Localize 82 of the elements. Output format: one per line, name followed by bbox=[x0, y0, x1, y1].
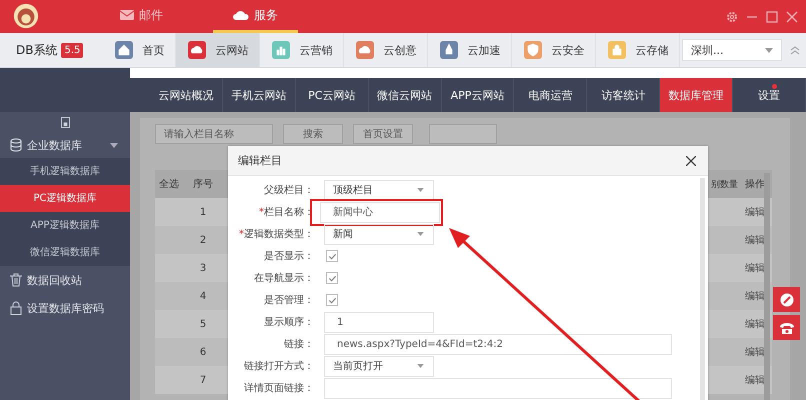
checkbox[interactable] bbox=[326, 294, 338, 306]
edit-link[interactable]: 编辑 bbox=[738, 345, 772, 359]
checkbox[interactable] bbox=[326, 272, 338, 284]
caret-icon bbox=[110, 142, 118, 148]
column-header[interactable]: 全选 bbox=[155, 177, 183, 191]
toolbar-tab[interactable]: 云网站 bbox=[176, 33, 260, 67]
table-cell-text: 2 bbox=[198, 234, 208, 246]
column-header: 操作 bbox=[744, 178, 766, 191]
field-label: 是否管理： bbox=[263, 294, 314, 307]
table-cell-text: 5 bbox=[198, 318, 208, 330]
toolbar-button[interactable]: 首页设置 bbox=[353, 124, 413, 144]
search-field[interactable]: 请输入栏目名称 bbox=[155, 124, 273, 144]
field-label: 显示顺序： bbox=[263, 316, 314, 329]
edit-link[interactable]: 编辑 bbox=[738, 289, 772, 303]
edit-link[interactable]: 编辑 bbox=[738, 317, 772, 331]
toolbar-tab[interactable]: 云营销 bbox=[260, 33, 344, 67]
field-label: 链接打开方式： bbox=[243, 360, 314, 373]
brand-name: DB系统 bbox=[16, 42, 58, 58]
table-cell-text: 3 bbox=[198, 262, 208, 274]
edit-link[interactable]: 编辑 bbox=[738, 233, 772, 247]
toolbar-tab[interactable]: 首页 bbox=[103, 33, 176, 67]
sidebar-item[interactable]: PC逻辑数据库 bbox=[0, 185, 130, 212]
column-header: 别数量 bbox=[710, 178, 738, 190]
city-select[interactable]: 深圳... bbox=[682, 39, 782, 61]
field-label: 链接： bbox=[283, 338, 314, 351]
select-field[interactable]: 顶级栏目 bbox=[324, 180, 434, 200]
sidebar-item[interactable]: 手机逻辑数据库 bbox=[0, 158, 130, 185]
input-field[interactable] bbox=[324, 378, 672, 398]
sidebar-item[interactable]: 数据回收站 bbox=[0, 266, 130, 294]
table-cell-text: 7 bbox=[198, 374, 208, 386]
sidebar-group[interactable]: 企业数据库 bbox=[0, 132, 130, 158]
maximize-icon[interactable] bbox=[766, 10, 778, 22]
close-icon[interactable] bbox=[686, 156, 696, 166]
field-label: 是否显示： bbox=[263, 250, 314, 263]
edit-link[interactable]: 编辑 bbox=[738, 261, 772, 275]
field-label: 在导航显示： bbox=[253, 272, 314, 285]
input-field[interactable]: news.aspx?TypeId=4&FId=t2:4:2 bbox=[324, 334, 672, 354]
dialog-title: 编辑栏目 bbox=[238, 153, 282, 168]
table-cell-text: 6 bbox=[198, 346, 208, 358]
input-field[interactable]: 新闻中心 bbox=[320, 202, 440, 222]
save-icon[interactable] bbox=[60, 116, 70, 128]
field-label: *逻辑数据类型： bbox=[238, 228, 314, 241]
cloud-icon bbox=[233, 10, 249, 20]
dropdown-caret-icon bbox=[417, 364, 424, 368]
checkbox[interactable] bbox=[326, 250, 338, 262]
toolbar-button[interactable]: 搜索 bbox=[283, 124, 343, 144]
select-field[interactable]: 当前页打开 bbox=[324, 356, 434, 376]
dropdown-caret-icon bbox=[417, 232, 424, 236]
input-field[interactable]: 1 bbox=[324, 312, 434, 332]
scrollbar[interactable] bbox=[700, 178, 705, 400]
nav-tab[interactable]: 数据库管理 bbox=[660, 78, 734, 112]
trash-icon bbox=[10, 273, 22, 287]
dropdown-caret-icon bbox=[765, 48, 773, 52]
sidebar-item[interactable]: 微信逻辑数据库 bbox=[0, 239, 130, 266]
phone-icon bbox=[778, 320, 794, 334]
toolbar-button[interactable] bbox=[429, 124, 497, 144]
dropdown-caret-icon bbox=[417, 188, 424, 192]
sidebar-item[interactable]: 设置数据库密码 bbox=[0, 294, 130, 322]
lock-icon bbox=[10, 301, 22, 315]
edit-link[interactable]: 编辑 bbox=[738, 205, 772, 219]
edit-link[interactable]: 编辑 bbox=[738, 373, 772, 387]
settings-icon[interactable] bbox=[726, 10, 738, 22]
table-cell-text: 1 bbox=[198, 206, 208, 218]
sidebar-item[interactable]: APP逻辑数据库 bbox=[0, 212, 130, 239]
scrollbar[interactable] bbox=[764, 173, 770, 400]
toolbar-tab[interactable]: 云安全 bbox=[512, 33, 596, 67]
table-cell-text: 4 bbox=[198, 290, 208, 302]
mascot-logo-icon bbox=[12, 2, 40, 30]
feedback-button[interactable] bbox=[773, 287, 800, 312]
mail-icon bbox=[120, 10, 134, 20]
field-label: 详情页面链接： bbox=[243, 382, 314, 395]
phone-button[interactable] bbox=[773, 315, 800, 340]
field-label: 父级栏目： bbox=[263, 184, 314, 197]
select-field[interactable]: 新闻 bbox=[324, 224, 434, 244]
version-badge: 5.5 bbox=[61, 42, 84, 58]
collapse-chevron-icon[interactable] bbox=[790, 45, 800, 55]
toolbar-tab[interactable]: 云加速 bbox=[428, 33, 512, 67]
database-icon bbox=[10, 138, 22, 152]
toolbar-tab[interactable]: 云创意 bbox=[344, 33, 428, 67]
field-label: *栏目名称： bbox=[258, 206, 314, 219]
toolbar-tab[interactable]: 云存储 bbox=[596, 33, 680, 67]
column-header: 序号 bbox=[192, 178, 214, 191]
